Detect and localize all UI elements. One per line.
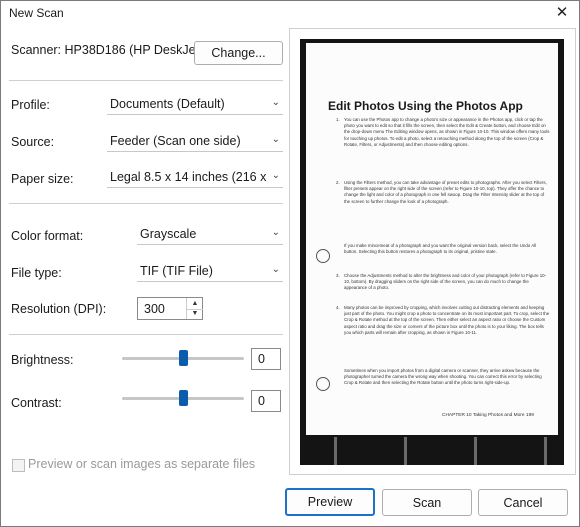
divider bbox=[9, 334, 283, 335]
tip-icon bbox=[316, 377, 330, 391]
scanner-bed-edge bbox=[300, 437, 564, 465]
close-icon[interactable]: ✕ bbox=[551, 3, 573, 23]
chevron-down-icon: ⌄ bbox=[271, 97, 280, 108]
scanned-image: Edit Photos Using the Photos App 1. You … bbox=[300, 39, 564, 465]
brightness-label: Brightness: bbox=[11, 353, 74, 367]
preview-paragraph: Using the Filters method, you can take a… bbox=[344, 180, 547, 204]
source-label: Source: bbox=[11, 135, 55, 149]
preview-footer: CHAPTER 10 Taking Photos and More 199 bbox=[442, 413, 534, 418]
file-type-label: File type: bbox=[11, 266, 62, 280]
profile-label: Profile: bbox=[11, 98, 50, 112]
preview-paragraph: Sometimes when you import photos from a … bbox=[344, 368, 542, 386]
scan-preview: Edit Photos Using the Photos App 1. You … bbox=[289, 28, 576, 475]
file-type-select[interactable]: TIF (TIF File) ⌄ bbox=[137, 261, 283, 282]
window-title: New Scan bbox=[9, 6, 64, 20]
scan-button[interactable]: Scan bbox=[382, 489, 472, 516]
chevron-down-icon: ⌄ bbox=[271, 134, 280, 145]
decrement-icon[interactable]: ▼ bbox=[186, 308, 203, 319]
chevron-down-icon: ⌄ bbox=[271, 227, 280, 238]
chevron-down-icon: ⌄ bbox=[271, 264, 280, 275]
preview-heading: Edit Photos Using the Photos App bbox=[328, 99, 523, 113]
brightness-field[interactable]: 0 bbox=[251, 348, 281, 370]
file-type-value: TIF (TIF File) bbox=[140, 264, 213, 278]
color-format-select[interactable]: Grayscale ⌄ bbox=[137, 224, 283, 245]
brightness-value: 0 bbox=[258, 352, 265, 366]
source-value: Feeder (Scan one side) bbox=[110, 134, 241, 148]
divider bbox=[9, 203, 283, 204]
preview-item-number: 4. bbox=[336, 305, 340, 310]
contrast-field[interactable]: 0 bbox=[251, 390, 281, 412]
divider bbox=[9, 80, 283, 81]
brightness-slider-thumb[interactable] bbox=[178, 350, 188, 366]
separate-files-label: Preview or scan images as separate files bbox=[28, 457, 256, 471]
scanned-page: Edit Photos Using the Photos App 1. You … bbox=[306, 43, 558, 435]
new-scan-dialog: New Scan ✕ Scanner: HP38D186 (HP DeskJet… bbox=[0, 0, 580, 527]
preview-paragraph: You can use the Photos app to change a p… bbox=[344, 117, 550, 147]
contrast-label: Contrast: bbox=[11, 396, 62, 410]
source-select[interactable]: Feeder (Scan one side) ⌄ bbox=[107, 131, 283, 152]
contrast-slider-thumb[interactable] bbox=[178, 390, 188, 406]
profile-value: Documents (Default) bbox=[110, 97, 225, 111]
preview-item-number: 1. bbox=[336, 117, 340, 122]
paper-size-value: Legal 8.5 x 14 inches (216 x 356 bbox=[110, 170, 268, 184]
cancel-button[interactable]: Cancel bbox=[478, 489, 568, 516]
change-scanner-button[interactable]: Change... bbox=[194, 41, 283, 65]
resolution-value: 300 bbox=[144, 302, 165, 316]
contrast-value: 0 bbox=[258, 394, 265, 408]
separate-files-checkbox[interactable] bbox=[12, 459, 25, 472]
color-format-label: Color format: bbox=[11, 229, 84, 243]
preview-item-number: 3. bbox=[336, 273, 340, 278]
preview-paragraph: Many photos can be improved by cropping,… bbox=[344, 305, 550, 335]
paper-size-label: Paper size: bbox=[11, 172, 74, 186]
preview-button[interactable]: Preview bbox=[285, 488, 375, 516]
resolution-stepper[interactable]: 300 ▲ ▼ bbox=[137, 297, 203, 320]
title-bar: New Scan ✕ bbox=[1, 1, 579, 27]
resolution-label: Resolution (DPI): bbox=[11, 302, 107, 316]
chevron-down-icon: ⌄ bbox=[271, 170, 280, 181]
preview-item-number: 2. bbox=[336, 180, 340, 185]
tip-icon bbox=[316, 249, 330, 263]
preview-paragraph: If you make mincemeat of a photograph an… bbox=[344, 243, 537, 255]
preview-paragraph: Choose the Adjustments method to alter t… bbox=[344, 273, 547, 291]
color-format-value: Grayscale bbox=[140, 227, 197, 241]
profile-select[interactable]: Documents (Default) ⌄ bbox=[107, 94, 283, 115]
scanner-label: Scanner: HP38D186 (HP DeskJet ... bbox=[11, 43, 213, 57]
paper-size-select[interactable]: Legal 8.5 x 14 inches (216 x 356 ⌄ bbox=[107, 167, 283, 188]
